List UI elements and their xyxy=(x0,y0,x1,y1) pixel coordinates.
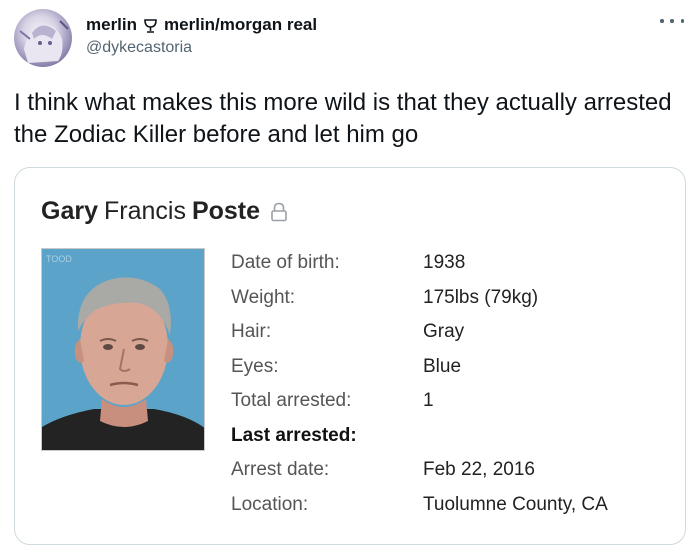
fact-label: Total arrested: xyxy=(231,390,352,412)
fact-row-arrest-date: Arrest date: Feb 22, 2016 xyxy=(231,453,671,488)
fact-label: Date of birth: xyxy=(231,252,340,274)
handle[interactable]: @dykecastoria xyxy=(86,39,192,57)
attached-image-card[interactable]: Gary Francis Poste TOOD Date of birth: 1… xyxy=(14,167,686,545)
tweet: merlin merlin/morgan real @dykecastoria … xyxy=(0,0,700,558)
facts-list: Date of birth: 1938 Weight: 175lbs (79kg… xyxy=(231,246,671,522)
avatar[interactable] xyxy=(14,9,72,67)
fact-value: 175lbs (79kg) xyxy=(423,286,539,308)
display-name-suffix[interactable]: merlin/morgan real xyxy=(164,15,317,35)
fact-row-eyes: Eyes: Blue xyxy=(231,350,671,385)
fact-row-total-arrested: Total arrested: 1 xyxy=(231,384,671,419)
tweet-text: I think what makes this more wild is tha… xyxy=(14,89,672,148)
fact-label: Hair: xyxy=(231,321,272,343)
fact-value: Tuolumne County, CA xyxy=(423,493,608,515)
fact-label: Eyes: xyxy=(231,355,279,377)
fact-value: 1 xyxy=(423,390,434,412)
name-last: Poste xyxy=(191,197,261,225)
name-middle: Francis xyxy=(103,197,186,225)
more-dot-icon xyxy=(660,19,664,23)
fact-row-hair: Hair: Gray xyxy=(231,315,671,350)
display-name[interactable]: merlin xyxy=(86,15,137,35)
fact-row-last-arrested: Last arrested: xyxy=(231,419,671,454)
fact-row-date-of-birth: Date of birth: 1938 xyxy=(231,246,671,281)
avatar-image xyxy=(19,20,69,63)
author-name-row[interactable]: merlin merlin/morgan real xyxy=(86,15,317,35)
more-dot-icon xyxy=(670,19,674,23)
fact-label: Weight: xyxy=(231,286,296,308)
name-first: Gary xyxy=(41,197,98,225)
more-dot-icon xyxy=(680,19,684,23)
fact-section-heading: Last arrested: xyxy=(231,424,357,446)
more-options-button[interactable] xyxy=(660,14,684,28)
fact-row-location: Location: Tuolumne County, CA xyxy=(231,488,671,523)
fact-value: Gray xyxy=(423,321,465,343)
fact-value: 1938 xyxy=(423,252,466,274)
fact-row-weight: Weight: 175lbs (79kg) xyxy=(231,281,671,316)
lock-icon xyxy=(271,202,287,221)
fact-value: Feb 22, 2016 xyxy=(423,459,535,481)
photo-stamp: TOOD xyxy=(46,254,72,264)
mugshot-photo: TOOD xyxy=(41,248,205,451)
cup-icon xyxy=(144,18,157,33)
fact-label: Arrest date: xyxy=(231,459,330,481)
fact-value: Blue xyxy=(423,355,462,377)
profile-name: Gary Francis Poste xyxy=(41,197,288,226)
fact-label: Location: xyxy=(231,493,309,515)
